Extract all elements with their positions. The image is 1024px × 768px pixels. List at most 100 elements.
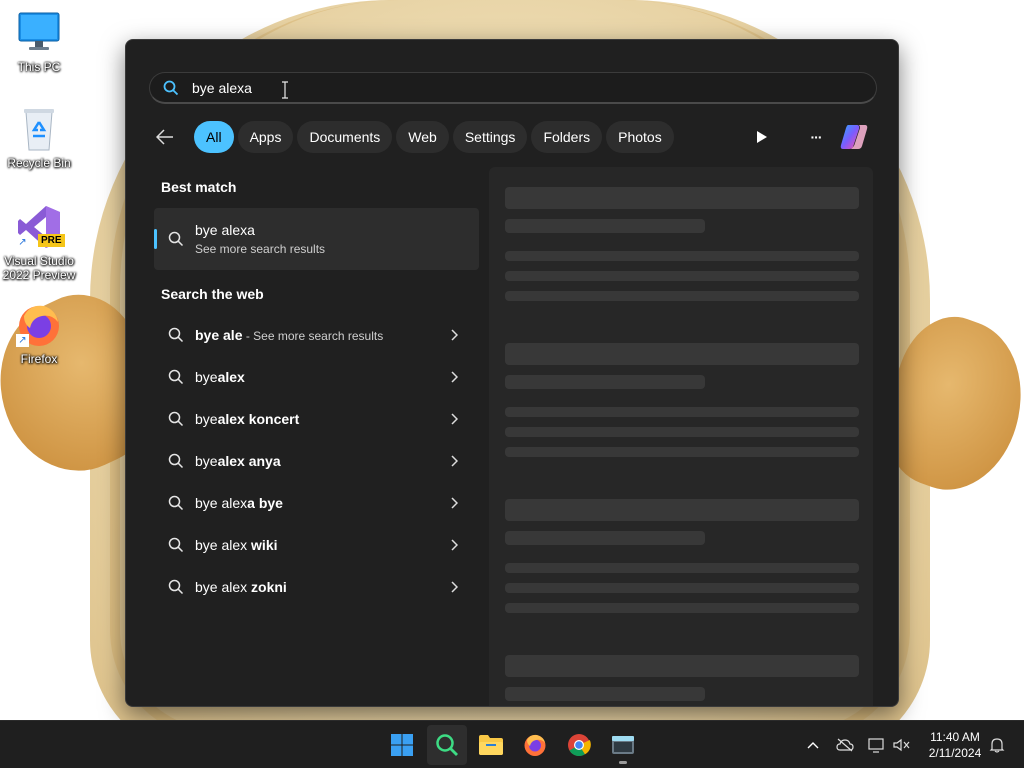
chevron-right-icon bbox=[450, 496, 459, 514]
chevron-right-icon bbox=[450, 538, 459, 556]
search-icon bbox=[168, 411, 184, 432]
filter-chip-web[interactable]: Web bbox=[396, 121, 449, 153]
file-explorer-icon bbox=[479, 735, 503, 755]
chevron-right-icon bbox=[450, 328, 459, 346]
web-result-item[interactable]: bye alex zokni bbox=[154, 567, 479, 607]
taskbar-firefox[interactable] bbox=[515, 725, 555, 765]
loading-skeleton bbox=[505, 603, 859, 613]
shortcut-arrow-icon: ↗ bbox=[16, 236, 29, 249]
filter-chip-folders[interactable]: Folders bbox=[531, 121, 603, 153]
taskbar-search-button[interactable] bbox=[427, 725, 467, 765]
network-icon bbox=[868, 738, 884, 753]
chevron-right-icon bbox=[450, 370, 459, 388]
web-result-item[interactable]: bye alexa bye bbox=[154, 483, 479, 523]
search-web-heading: Search the web bbox=[161, 286, 264, 302]
taskbar-terminal[interactable] bbox=[603, 725, 643, 765]
search-icon bbox=[168, 495, 184, 516]
running-indicator bbox=[619, 761, 627, 764]
desktop-icon-this-pc[interactable]: This PC bbox=[1, 10, 77, 74]
loading-skeleton bbox=[505, 375, 705, 389]
copilot-icon bbox=[840, 125, 868, 149]
web-result-hint: - See more search results bbox=[242, 329, 384, 343]
web-result-suggestion: zokni bbox=[251, 579, 287, 595]
search-icon bbox=[168, 579, 184, 600]
web-result-prefix: bye alex bbox=[195, 579, 252, 595]
volume-tray-button[interactable] bbox=[890, 733, 914, 757]
recycle-bin-icon bbox=[16, 106, 62, 152]
terminal-icon bbox=[612, 736, 634, 754]
search-panel: All Apps Documents Web Settings Folders … bbox=[125, 39, 899, 707]
filter-chip-apps[interactable]: Apps bbox=[237, 121, 294, 153]
desktop-icon-visual-studio[interactable]: PRE ↗ Visual Studio 2022 Preview bbox=[1, 204, 77, 282]
filter-chip-all[interactable]: All bbox=[194, 121, 234, 153]
firefox-icon bbox=[524, 734, 546, 756]
notification-button[interactable] bbox=[985, 733, 1009, 757]
network-tray-button[interactable] bbox=[865, 733, 889, 757]
web-result-prefix: bye bbox=[195, 453, 218, 469]
loading-skeleton bbox=[505, 499, 859, 521]
loading-skeleton bbox=[505, 219, 705, 233]
more-options-button[interactable]: ··· bbox=[800, 121, 832, 153]
loading-skeleton bbox=[505, 291, 859, 301]
search-icon bbox=[168, 537, 184, 558]
chevron-up-icon bbox=[807, 742, 819, 749]
play-icon bbox=[757, 131, 767, 143]
web-result-item[interactable]: byealex anya bbox=[154, 441, 479, 481]
loading-skeleton bbox=[505, 343, 859, 365]
start-button[interactable] bbox=[382, 725, 422, 765]
web-result-item[interactable]: byealex koncert bbox=[154, 399, 479, 439]
desktop-icon-recycle-bin[interactable]: Recycle Bin bbox=[1, 106, 77, 170]
chevron-right-icon bbox=[450, 454, 459, 472]
firefox-icon: ↗ bbox=[16, 302, 62, 348]
web-result-text: byealex anya bbox=[195, 453, 281, 469]
back-arrow-icon bbox=[156, 129, 173, 145]
web-result-text: bye alexa bye bbox=[195, 495, 283, 511]
copilot-button[interactable] bbox=[838, 121, 870, 153]
desktop-icon-firefox[interactable]: ↗ Firefox bbox=[1, 302, 77, 366]
best-match-item[interactable]: bye alexa See more search results bbox=[154, 208, 479, 270]
web-result-text: bye alex wiki bbox=[195, 537, 278, 553]
loading-skeleton bbox=[505, 563, 859, 573]
web-result-item[interactable]: bye alex wiki bbox=[154, 525, 479, 565]
preview-badge: PRE bbox=[38, 234, 65, 247]
web-result-prefix: bye alex bbox=[195, 537, 252, 553]
loading-skeleton bbox=[505, 583, 859, 593]
clock-time: 11:40 AM bbox=[930, 730, 980, 744]
filter-chip-settings[interactable]: Settings bbox=[452, 121, 528, 153]
system-clock[interactable]: 11:40 AM 2/11/2024 bbox=[916, 729, 994, 761]
web-result-suggestion: alex anya bbox=[217, 453, 281, 469]
search-icon bbox=[168, 369, 184, 390]
loading-skeleton bbox=[505, 655, 859, 677]
loading-skeleton bbox=[505, 531, 705, 545]
web-result-item[interactable]: bye ale - See more search results bbox=[154, 315, 479, 355]
search-icon bbox=[436, 734, 458, 756]
more-filters-button[interactable] bbox=[746, 121, 778, 153]
back-button[interactable] bbox=[156, 121, 190, 153]
taskbar-file-explorer[interactable] bbox=[471, 725, 511, 765]
best-match-title: bye alexa bbox=[195, 222, 255, 238]
chevron-right-icon bbox=[450, 412, 459, 430]
speaker-muted-icon bbox=[893, 738, 910, 752]
show-hidden-icons-button[interactable] bbox=[801, 733, 825, 757]
search-icon bbox=[168, 231, 184, 252]
web-result-prefix: bye ale bbox=[195, 327, 243, 343]
visual-studio-icon: PRE ↗ bbox=[16, 204, 65, 250]
web-result-item[interactable]: byealex bbox=[154, 357, 479, 397]
filter-chip-documents[interactable]: Documents bbox=[297, 121, 393, 153]
web-result-prefix: bye bbox=[195, 411, 218, 427]
web-result-text: byealex koncert bbox=[195, 411, 299, 427]
preview-pane-loading bbox=[489, 167, 873, 706]
onedrive-tray-button[interactable] bbox=[833, 733, 857, 757]
best-match-subtitle: See more search results bbox=[195, 242, 326, 256]
search-box[interactable] bbox=[149, 72, 877, 104]
web-result-suggestion: wiki bbox=[251, 537, 278, 553]
selection-indicator bbox=[154, 229, 157, 249]
loading-skeleton bbox=[505, 251, 859, 261]
filter-chip-photos[interactable]: Photos bbox=[606, 121, 674, 153]
desktop-icon-label: Visual Studio 2022 Preview bbox=[2, 254, 76, 282]
loading-skeleton bbox=[505, 271, 859, 281]
clock-date: 2/11/2024 bbox=[928, 746, 982, 760]
taskbar-chrome[interactable] bbox=[559, 725, 599, 765]
best-match-heading: Best match bbox=[161, 179, 237, 195]
loading-skeleton bbox=[505, 187, 859, 209]
